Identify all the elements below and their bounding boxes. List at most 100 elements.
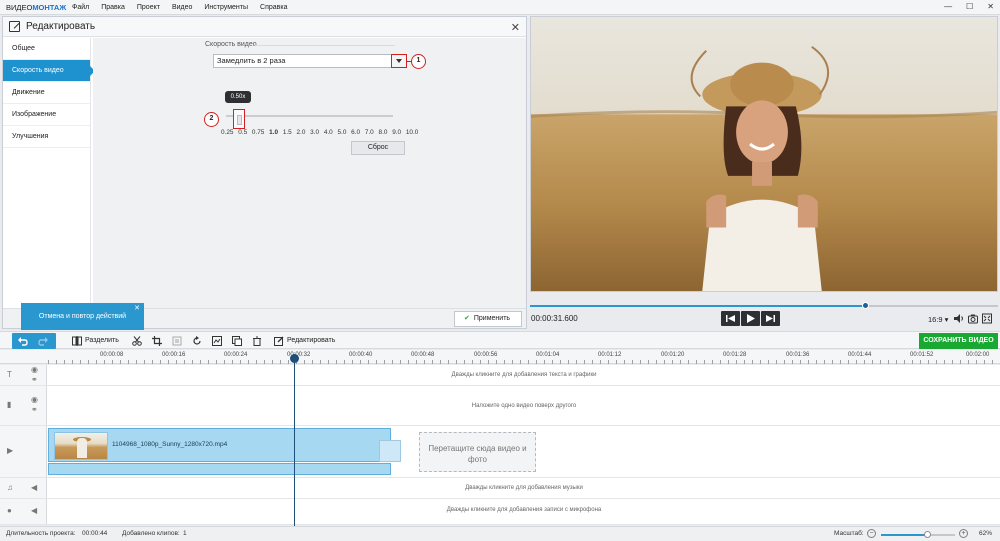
zoom-fill <box>881 534 927 536</box>
text-track[interactable]: T ◉ ⚭ Дважды кликните для добавления тек… <box>0 365 1000 386</box>
sidebar-item-speed[interactable]: Скорость видео <box>3 60 95 82</box>
filters-icon[interactable] <box>212 336 222 346</box>
tick-label: 1.5 <box>282 129 292 136</box>
undo-redo-group <box>12 333 56 349</box>
track-header: ▮ ◉ ⚭ <box>0 386 47 425</box>
skip-back-icon <box>726 315 735 322</box>
clips-value: 1 <box>183 530 187 537</box>
scissors-icon[interactable] <box>132 336 142 346</box>
speed-slider-track[interactable] <box>226 115 393 117</box>
video-clip[interactable]: 1104968_1080p_Sunny_1280x720.mp4 <box>48 428 391 462</box>
tick-label: 0.25 <box>221 129 234 136</box>
undo-redo-help-tooltip: Отмена и повтор действий ✕ <box>21 303 144 330</box>
music-note-icon: ♫ <box>7 483 13 492</box>
overlay-track[interactable]: ▮ ◉ ⚭ Наложите одно видео поверх другого <box>0 386 1000 426</box>
close-window-icon[interactable]: ✕ <box>987 2 994 11</box>
menu-file[interactable]: Файл <box>66 4 95 11</box>
minimize-icon[interactable]: — <box>944 2 952 11</box>
music-track[interactable]: ♫ ◀ Дважды кликните для добавления музык… <box>0 478 1000 499</box>
speed-settings: Скорость видео Замедлить в 2 раза 1 0.50… <box>93 38 526 308</box>
thumb-figure <box>77 438 87 458</box>
play-button[interactable] <box>741 311 760 326</box>
eye-icon[interactable]: ◉ <box>31 365 38 374</box>
link-icon[interactable]: ⚭ <box>31 405 38 414</box>
duration-value: 00:00:44 <box>82 530 108 537</box>
chevron-down-icon[interactable] <box>391 54 407 68</box>
tick-label: 3.0 <box>310 129 320 136</box>
volume-icon[interactable]: ◀ <box>31 483 37 492</box>
stabilize-icon[interactable] <box>172 336 182 346</box>
play-icon <box>747 314 755 323</box>
camera-icon[interactable] <box>968 313 978 324</box>
playhead[interactable] <box>294 354 295 526</box>
preview-seekbar[interactable] <box>530 302 998 309</box>
divider <box>255 45 395 46</box>
menu-edit[interactable]: Правка <box>95 4 131 11</box>
tick-label: 6.0 <box>351 129 361 136</box>
save-video-button[interactable]: СОХРАНИТЬ ВИДЕО <box>919 333 998 349</box>
speed-slider-thumb[interactable] <box>233 109 245 129</box>
maximize-icon[interactable]: ☐ <box>966 2 973 11</box>
sidebar-item-general[interactable]: Общее <box>3 38 90 60</box>
aspect-ratio-select[interactable]: 16:9 ▾ <box>928 315 948 324</box>
preview-frame <box>531 17 997 291</box>
tick-label: 1.0 <box>269 129 279 136</box>
undo-icon[interactable] <box>18 336 28 346</box>
media-icon[interactable] <box>232 336 242 346</box>
speed-select[interactable]: Замедлить в 2 раза <box>213 54 407 68</box>
sidebar-item-motion[interactable]: Движение <box>3 82 90 104</box>
edit-button[interactable]: Редактировать <box>287 334 335 348</box>
close-icon[interactable]: ✕ <box>134 304 140 313</box>
status-bar: Длительность проекта: 00:00:44 Добавлено… <box>0 526 1000 541</box>
redo-icon[interactable] <box>38 336 48 346</box>
mic-track-hint: Дважды кликните для добавления записи с … <box>446 507 602 513</box>
crop-icon[interactable] <box>152 336 162 346</box>
timeline-ruler[interactable]: 00:00:08 00:00:16 00:00:24 00:00:32 00:0… <box>0 350 1000 364</box>
menu-project[interactable]: Проект <box>131 4 166 11</box>
mic-track[interactable]: ● ◀ Дважды кликните для добавления запис… <box>0 499 1000 525</box>
apply-button[interactable]: ✔ Применить <box>454 311 522 327</box>
menu-tools[interactable]: Инструменты <box>198 4 254 11</box>
tick-label: 0.5 <box>238 129 248 136</box>
edit-panel-title: Редактировать <box>26 21 96 32</box>
next-frame-button[interactable] <box>761 311 780 326</box>
playhead-handle[interactable] <box>290 354 299 363</box>
zoom-in-icon[interactable]: + <box>959 529 968 538</box>
prev-frame-button[interactable] <box>721 311 740 326</box>
volume-icon[interactable] <box>954 313 964 324</box>
menu-help[interactable]: Справка <box>254 4 293 11</box>
split-button[interactable]: Разделить <box>85 334 119 348</box>
rotate-icon[interactable] <box>192 336 202 346</box>
menu-video[interactable]: Видео <box>166 4 198 11</box>
seekbar-progress <box>530 305 865 307</box>
logo-part2: МОНТАЖ <box>32 2 67 12</box>
track-header: ● ◀ <box>0 499 47 524</box>
skip-forward-icon <box>766 315 775 322</box>
ruler-label: 00:00:24 <box>224 352 248 358</box>
seekbar-thumb[interactable] <box>861 302 869 309</box>
close-icon[interactable]: ✕ <box>511 21 520 34</box>
media-drop-zone[interactable]: Перетащите сюда видео и фото <box>419 432 536 472</box>
ruler-label: 00:02:00 <box>966 352 990 358</box>
reset-button[interactable]: Сброс <box>351 141 405 155</box>
fullscreen-icon[interactable] <box>982 313 992 324</box>
video-preview[interactable] <box>530 16 998 292</box>
edit-sidebar: Общее Скорость видео Движение Изображени… <box>3 38 95 308</box>
trash-icon[interactable] <box>252 336 262 346</box>
eye-icon[interactable]: ◉ <box>31 395 38 404</box>
slider-ticks: 0.25 0.5 0.75 1.0 1.5 2.0 3.0 4.0 5.0 6.… <box>221 129 421 136</box>
preview-tools <box>954 313 992 324</box>
speed-section-label: Скорость видео <box>205 41 257 48</box>
zoom-slider[interactable] <box>881 531 955 538</box>
clip-audio-strip[interactable] <box>48 463 391 475</box>
zoom-slider-thumb[interactable] <box>923 531 931 538</box>
sidebar-item-image[interactable]: Изображение <box>3 104 90 126</box>
volume-icon[interactable]: ◀ <box>31 506 37 515</box>
zoom-out-icon[interactable]: − <box>867 529 876 538</box>
sidebar-item-enhance[interactable]: Улучшения <box>3 126 90 148</box>
link-icon[interactable]: ⚭ <box>31 375 38 384</box>
timeline-tracks: T ◉ ⚭ Дважды кликните для добавления тек… <box>0 365 1000 525</box>
clips-label: Добавлено клипов: <box>122 530 180 537</box>
transition-icon[interactable] <box>379 440 401 462</box>
logo-part1: ВИДЕО <box>6 2 33 12</box>
